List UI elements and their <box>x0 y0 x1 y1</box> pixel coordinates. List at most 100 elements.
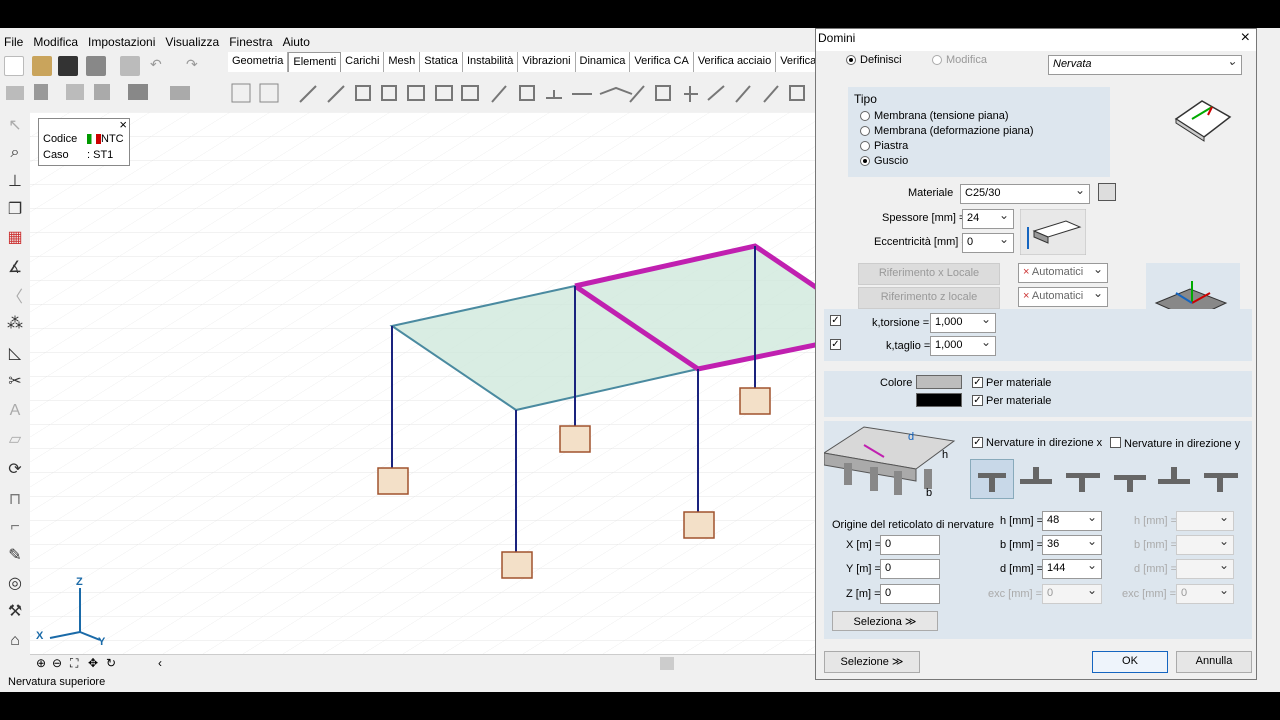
exc-input[interactable]: 0 <box>1042 583 1102 604</box>
ktaglio-checkbox[interactable]: ✓ <box>830 339 841 350</box>
zoom-out-icon[interactable]: ⊖ <box>52 656 62 670</box>
text-icon[interactable]: A <box>4 400 26 422</box>
radio-modifica[interactable] <box>932 55 942 65</box>
auto-x-value: Automatici <box>1031 266 1084 278</box>
tab-vibrazioni[interactable]: Vibrazioni <box>518 52 576 72</box>
tab-instabilita[interactable]: Instabilità <box>463 52 519 72</box>
zoom-in-icon[interactable]: ⊕ <box>36 656 46 670</box>
triangle-icon[interactable]: ◺ <box>4 342 26 364</box>
ktorsione-input[interactable]: 1,000 <box>930 312 996 333</box>
origin-z-input[interactable]: 0 <box>880 584 940 604</box>
radio-definisci[interactable] <box>846 55 856 65</box>
scroll-left-icon[interactable]: ‹ <box>158 656 162 670</box>
element-tools-strip[interactable] <box>0 80 820 108</box>
rotate-view-icon[interactable]: ↻ <box>106 656 116 670</box>
tab-elementi[interactable]: Elementi <box>288 52 342 72</box>
tab-verifica-acciaio[interactable]: Verifica acciaio <box>694 52 777 72</box>
zoom-icon[interactable]: ⌕ <box>4 142 26 164</box>
menu-impostazioni[interactable]: Impostazioni <box>88 35 155 49</box>
plane-icon[interactable]: ▱ <box>4 428 26 450</box>
pan-icon[interactable]: ✥ <box>88 656 98 670</box>
tab-geometria[interactable]: Geometria <box>228 52 289 72</box>
nerv-y-checkbox[interactable] <box>1110 437 1121 448</box>
zoom-extent-icon[interactable]: ⛶ <box>70 656 78 671</box>
h2-input[interactable] <box>1176 510 1234 531</box>
materiale-label: Materiale <box>908 187 954 199</box>
dialog-close-icon[interactable]: × <box>1241 29 1250 47</box>
spessore-input[interactable]: 24 <box>962 208 1014 229</box>
origin-x-input[interactable]: 0 <box>880 535 940 555</box>
selezione-button[interactable]: Selezione ≫ <box>824 651 920 673</box>
radio-guscio[interactable] <box>860 156 870 166</box>
b-input[interactable]: 36 <box>1042 534 1102 555</box>
color-grid-icon[interactable]: ▦ <box>4 226 26 248</box>
nerv-x-checkbox[interactable]: ✓ <box>972 437 983 448</box>
menu-modifica[interactable]: Modifica <box>33 35 78 49</box>
line-icon[interactable]: 〈 <box>4 284 26 306</box>
select-arrow-icon[interactable]: ↖ <box>4 114 26 136</box>
measure-icon[interactable]: ∡ <box>4 256 26 278</box>
menu-finestra[interactable]: Finestra <box>229 35 272 49</box>
save-icon[interactable] <box>58 56 78 76</box>
radio-piastra[interactable] <box>860 141 870 151</box>
print-icon[interactable] <box>86 56 106 76</box>
radio-membrana-deformazione[interactable] <box>860 126 870 136</box>
auto-x-select[interactable]: × Automatici <box>1018 262 1108 283</box>
axes-icon[interactable]: ⊥ <box>4 170 26 192</box>
3d-viewport[interactable] <box>30 112 816 660</box>
layers-icon[interactable] <box>120 56 140 76</box>
tab-dinamica[interactable]: Dinamica <box>576 52 631 72</box>
radio-membrana-tensione[interactable] <box>860 111 870 121</box>
rib-type-icons[interactable] <box>970 459 1246 499</box>
per-materiale-checkbox-1[interactable]: ✓ <box>972 377 983 388</box>
per-materiale-checkbox-2[interactable]: ✓ <box>972 395 983 406</box>
ok-button[interactable]: OK <box>1092 651 1168 673</box>
ruler-icon[interactable]: ✎ <box>4 544 26 566</box>
rotate-icon[interactable]: ⟳ <box>4 458 26 480</box>
bracket-icon[interactable]: ⊓ <box>4 488 26 510</box>
structure-model[interactable] <box>30 112 816 660</box>
open-icon[interactable] <box>32 56 52 76</box>
b2-input[interactable] <box>1176 534 1234 555</box>
new-icon[interactable] <box>4 56 24 76</box>
material-library-icon[interactable] <box>1098 183 1116 201</box>
nodes-icon[interactable]: ⁂ <box>4 312 26 334</box>
scissors-icon[interactable]: ✂ <box>4 370 26 392</box>
glasses-icon[interactable]: ◎ <box>4 572 26 594</box>
house-icon[interactable]: ⌂ <box>4 630 26 652</box>
tab-statica[interactable]: Statica <box>420 52 463 72</box>
materiale-select[interactable]: C25/30 <box>960 183 1090 204</box>
eccentricita-input[interactable]: 0 <box>962 232 1014 253</box>
ktaglio-input[interactable]: 1,000 <box>930 335 996 356</box>
annulla-button[interactable]: Annulla <box>1176 651 1252 673</box>
status-text: Nervatura superiore <box>8 676 106 688</box>
horizontal-scroll-thumb[interactable] <box>660 657 674 670</box>
tab-carichi[interactable]: Carichi <box>341 52 385 72</box>
d2-input[interactable] <box>1176 558 1234 579</box>
color-swatch-black[interactable] <box>916 393 962 407</box>
copy-icon[interactable]: ❐ <box>4 198 26 220</box>
d-input[interactable]: 144 <box>1042 558 1102 579</box>
info-close-icon[interactable]: × <box>119 117 127 132</box>
right-scrollbar[interactable] <box>1264 112 1280 672</box>
tab-verifica-ca[interactable]: Verifica CA <box>630 52 694 72</box>
ktorsione-checkbox[interactable]: ✓ <box>830 315 841 326</box>
menu-aiuto[interactable]: Aiuto <box>283 35 310 49</box>
step-icon[interactable]: ⌐ <box>4 516 26 538</box>
origin-y-input[interactable]: 0 <box>880 559 940 579</box>
h-input[interactable]: 48 <box>1042 510 1102 531</box>
auto-z-select[interactable]: × Automatici <box>1018 286 1108 307</box>
exc2-input[interactable]: 0 <box>1176 583 1234 604</box>
rif-z-button[interactable]: Riferimento z locale <box>858 287 1000 309</box>
color-swatch-grey[interactable] <box>916 375 962 389</box>
menu-visualizza[interactable]: Visualizza <box>165 35 219 49</box>
seleziona-origin-button[interactable]: Seleziona ≫ <box>832 611 938 631</box>
menu-file[interactable]: File <box>4 35 23 49</box>
redo-icon[interactable]: ↷ <box>186 56 206 76</box>
wrench-icon[interactable]: ⚒ <box>4 600 26 622</box>
ktaglio-label: k,taglio = <box>886 340 931 352</box>
type-select[interactable]: Nervata <box>1048 54 1242 75</box>
undo-icon[interactable]: ↶ <box>150 56 170 76</box>
rif-x-button[interactable]: Riferimento x Locale <box>858 263 1000 285</box>
tab-mesh[interactable]: Mesh <box>384 52 421 72</box>
